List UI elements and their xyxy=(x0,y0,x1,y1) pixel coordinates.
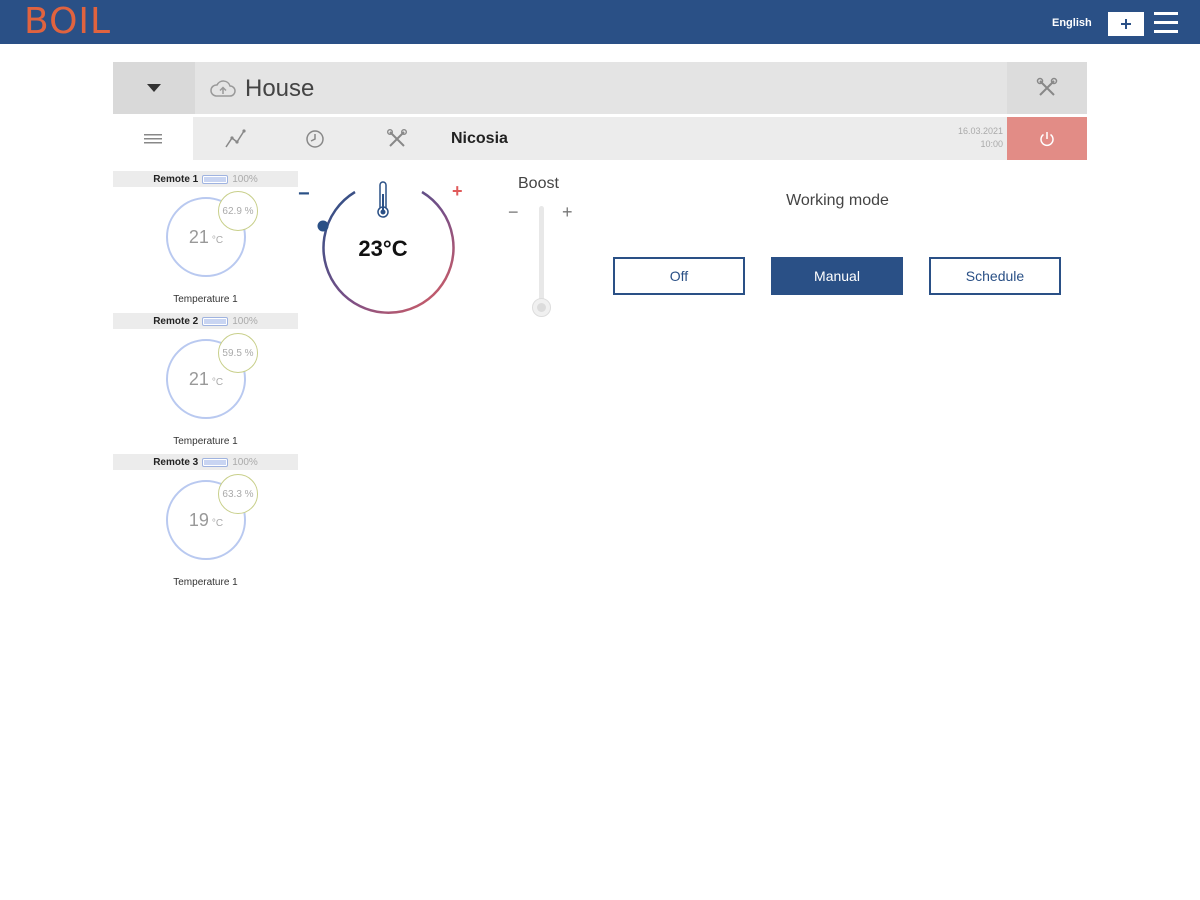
list-icon xyxy=(144,133,162,143)
tools-icon xyxy=(387,128,407,147)
mode-schedule-button[interactable]: Schedule xyxy=(929,257,1061,295)
device-tabs: Nicosia 16.03.2021 10:00 xyxy=(113,117,1087,160)
remote-name: Remote 1 xyxy=(153,173,199,185)
location-name: Nicosia xyxy=(451,130,508,147)
power-icon xyxy=(1040,131,1054,146)
remote-card[interactable]: Remote 3 100% 19 °C 63.3 % Temperature 1 xyxy=(113,454,298,594)
mode-off-button[interactable]: Off xyxy=(613,257,745,295)
temperature-unit: °C xyxy=(211,376,224,388)
boost-slider-handle[interactable] xyxy=(532,298,551,317)
update-time: 10:00 xyxy=(980,139,1003,149)
boost-increase-button[interactable]: + xyxy=(562,202,573,223)
battery-level xyxy=(204,176,227,182)
house-header: House xyxy=(113,62,1087,114)
battery-level xyxy=(204,459,227,465)
temperature-unit: °C xyxy=(211,517,224,529)
top-bar: BOIL English xyxy=(0,0,1200,44)
humidity-badge: 59.5 % xyxy=(218,333,258,373)
cloud-upload-icon xyxy=(210,80,236,97)
sensor-label: Temperature 1 xyxy=(173,577,238,588)
battery-percent: 100% xyxy=(232,456,258,468)
boost-label: Boost xyxy=(518,175,559,192)
battery-icon xyxy=(202,457,229,467)
sensor-label: Temperature 1 xyxy=(173,294,238,305)
remote-card[interactable]: Remote 1 100% 21 °C 62.9 % Temperature 1 xyxy=(113,171,298,311)
temperature-unit: °C xyxy=(211,234,224,246)
battery-icon xyxy=(202,174,229,184)
power-button[interactable] xyxy=(1007,117,1087,160)
temperature-increase-button[interactable]: + xyxy=(452,181,463,202)
battery-level xyxy=(204,318,227,324)
boil-logo[interactable]: BOIL xyxy=(24,1,112,42)
battery-icon xyxy=(202,316,229,326)
logo-text: BOIL xyxy=(24,1,112,42)
tab-chart[interactable] xyxy=(195,117,275,160)
last-update: 16.03.2021 10:00 xyxy=(943,125,1003,151)
remote-header: Remote 1 100% xyxy=(113,171,298,187)
remote-name: Remote 3 xyxy=(153,456,199,468)
temperature-value: 19 xyxy=(188,509,209,530)
remote-card[interactable]: Remote 2 100% 21 °C 59.5 % Temperature 1 xyxy=(113,313,298,453)
mode-manual-button[interactable]: Manual xyxy=(771,257,903,295)
boost-slider[interactable] xyxy=(539,206,544,306)
temperature-decrease-button[interactable]: − xyxy=(298,183,310,206)
house-title: House xyxy=(209,75,314,103)
house-settings-button[interactable] xyxy=(1007,62,1087,114)
tab-schedule[interactable] xyxy=(275,117,355,160)
house-name: House xyxy=(245,75,315,102)
tab-settings[interactable] xyxy=(357,117,437,160)
plus-icon xyxy=(1121,19,1131,29)
language-selector[interactable]: English xyxy=(1052,17,1092,29)
humidity-badge: 62.9 % xyxy=(218,191,258,231)
tools-icon xyxy=(1036,77,1058,96)
setpoint-temperature: 23°C xyxy=(358,236,408,261)
remote-header: Remote 2 100% xyxy=(113,313,298,329)
remote-header: Remote 3 100% xyxy=(113,454,298,470)
update-date: 16.03.2021 xyxy=(957,126,1003,136)
temperature-value: 21 xyxy=(188,226,209,247)
dial-handle[interactable] xyxy=(317,220,329,232)
add-button[interactable] xyxy=(1108,12,1144,36)
thermometer-icon xyxy=(377,181,389,218)
humidity-badge: 63.3 % xyxy=(218,474,258,514)
temperature-value: 21 xyxy=(188,368,209,389)
battery-percent: 100% xyxy=(232,315,258,327)
hamburger-menu-icon[interactable] xyxy=(1154,12,1178,34)
battery-percent: 100% xyxy=(232,173,258,185)
house-dropdown-button[interactable] xyxy=(113,62,195,114)
caret-down-icon xyxy=(147,84,161,92)
tab-list[interactable] xyxy=(113,117,193,160)
working-mode-title: Working mode xyxy=(786,192,889,209)
line-chart-icon xyxy=(225,128,246,147)
boost-decrease-button[interactable]: − xyxy=(508,202,519,223)
remote-name: Remote 2 xyxy=(153,315,199,327)
sensor-label: Temperature 1 xyxy=(173,436,238,447)
clock-icon xyxy=(306,129,324,148)
